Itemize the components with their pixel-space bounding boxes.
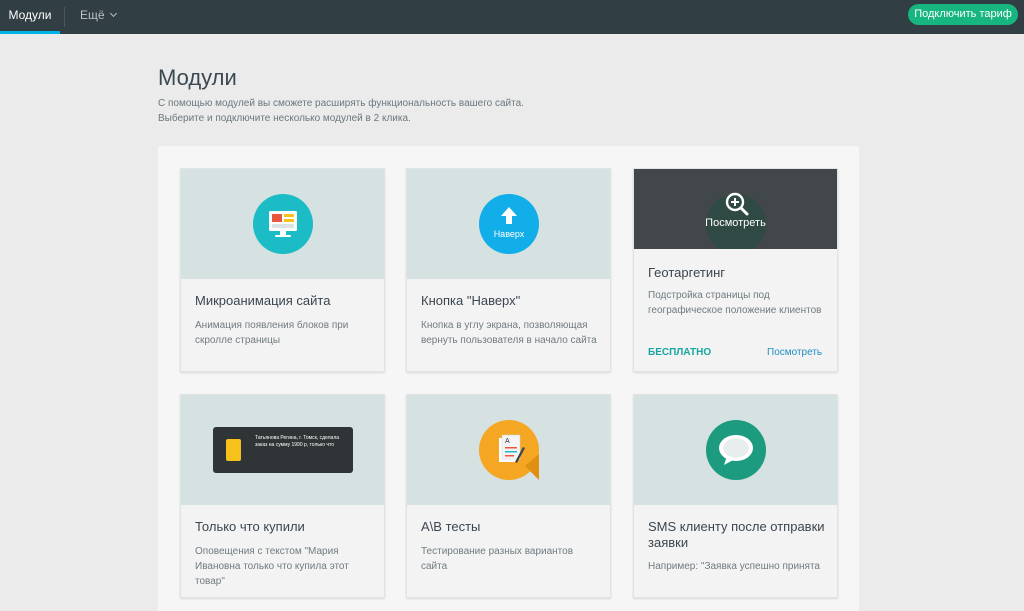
connect-plan-button[interactable]: Подключить тариф bbox=[908, 4, 1018, 25]
hover-overlay[interactable]: Посмотреть bbox=[634, 169, 837, 249]
module-card-image: Татьянова Регина, г. Томск, сделала зака… bbox=[181, 395, 384, 505]
notification-icon: Татьянова Регина, г. Томск, сделала зака… bbox=[213, 427, 353, 473]
module-title: Микроанимация сайта bbox=[195, 293, 331, 308]
module-description: Подстройка страницы под географическое п… bbox=[648, 290, 822, 316]
notification-preview-text: Татьянова Регина, г. Томск, сделала зака… bbox=[255, 435, 340, 448]
module-card-just-bought[interactable]: Татьянова Регина, г. Томск, сделала зака… bbox=[180, 394, 385, 598]
module-description: Кнопка в углу экрана, позволяющая вернут… bbox=[421, 320, 597, 346]
arrow-up-icon-label: Наверх bbox=[493, 229, 525, 239]
module-card-sms-after-form[interactable]: SMS клиенту после отправки заявки Наприм… bbox=[633, 394, 838, 598]
tab-divider bbox=[64, 7, 65, 27]
page-description: С помощью модулей вы сможете расширять ф… bbox=[158, 96, 658, 126]
ab-test-icon: A bbox=[479, 420, 539, 480]
module-card-image bbox=[634, 395, 837, 505]
price-badge: БЕСПЛАТНО bbox=[648, 347, 712, 358]
overlay-view-label: Посмотреть bbox=[705, 217, 766, 229]
module-title: Геотаргетинг bbox=[648, 265, 726, 280]
module-title: A\B тесты bbox=[421, 519, 481, 534]
module-card-ab-tests[interactable]: A A\B тесты Тестирование разных варианто… bbox=[406, 394, 611, 598]
module-description: Тестирование разных вариантов сайта bbox=[421, 546, 574, 572]
arrow-up-icon: Наверх bbox=[479, 194, 539, 254]
module-card-image bbox=[181, 169, 384, 279]
modules-panel: Микроанимация сайта Анимация появления б… bbox=[158, 146, 859, 611]
top-navigation-bar: Модули Ещё Подключить тариф bbox=[0, 0, 1024, 34]
monitor-icon bbox=[253, 194, 313, 254]
module-card-geotargeting[interactable]: Посмотреть Геотаргетинг Подстройка стран… bbox=[633, 168, 838, 372]
module-description: Анимация появления блоков при скролле ст… bbox=[195, 320, 349, 346]
module-card-image: Наверх bbox=[407, 169, 610, 279]
module-title: Кнопка "Наверх" bbox=[421, 293, 521, 308]
chat-bubble-icon bbox=[706, 420, 766, 480]
module-card-image: Посмотреть bbox=[634, 169, 837, 249]
tab-more[interactable]: Ещё bbox=[80, 0, 117, 34]
tab-more-label: Ещё bbox=[80, 8, 105, 22]
page-description-line-1: С помощью модулей вы сможете расширять ф… bbox=[158, 98, 524, 109]
chevron-down-icon bbox=[109, 9, 117, 18]
tab-modules[interactable]: Модули bbox=[0, 0, 60, 34]
view-link[interactable]: Посмотреть bbox=[767, 347, 822, 358]
zoom-icon bbox=[725, 192, 749, 216]
page-title: Модули bbox=[158, 65, 237, 90]
receipt-icon bbox=[226, 439, 241, 461]
module-description: Оповещения с текстом "Мария Ивановна тол… bbox=[195, 546, 349, 587]
module-title: Только что купили bbox=[195, 519, 305, 534]
module-description: Например: "Заявка успешно принята bbox=[648, 561, 820, 572]
module-card-scroll-top[interactable]: Наверх Кнопка "Наверх" Кнопка в углу экр… bbox=[406, 168, 611, 372]
module-card-image: A bbox=[407, 395, 610, 505]
page-description-line-2: Выберите и подключите несколько модулей … bbox=[158, 113, 411, 124]
module-title: SMS клиенту после отправки заявки bbox=[648, 519, 825, 550]
module-card-microanimation[interactable]: Микроанимация сайта Анимация появления б… bbox=[180, 168, 385, 372]
svg-text:A: A bbox=[505, 438, 510, 445]
